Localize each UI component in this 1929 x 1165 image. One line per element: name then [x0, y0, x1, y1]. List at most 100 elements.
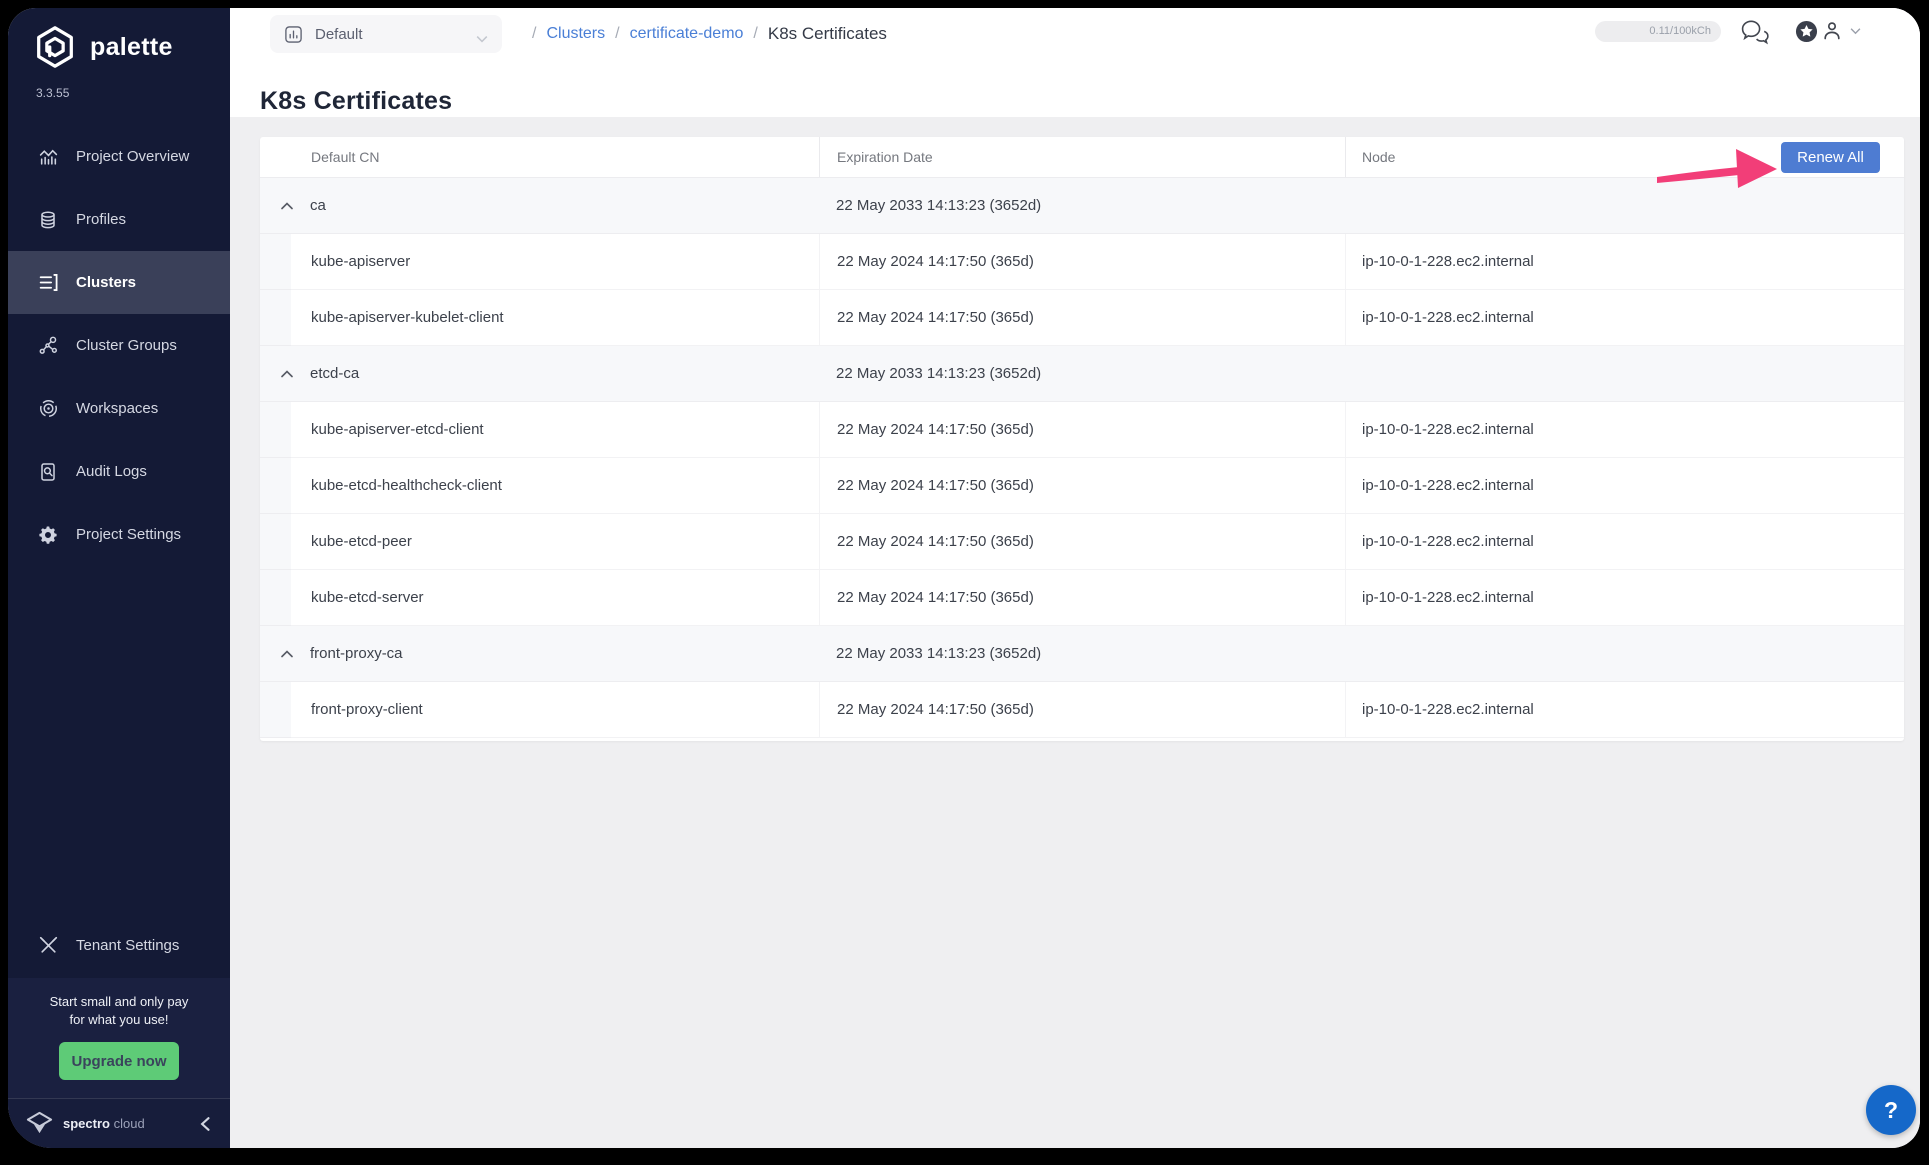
sidebar-item-tenant-settings[interactable]: Tenant Settings: [8, 922, 230, 970]
collapse-chevron-icon[interactable]: [281, 201, 293, 210]
sidebar-nav: Project Overview Profiles Clusters Cluster …: [8, 125, 230, 566]
cert-expiration: 22 May 2024 14:17:50 (365d): [819, 402, 1345, 457]
cert-node: ip-10-0-1-228.ec2.internal: [1345, 514, 1904, 569]
notifications-star-icon[interactable]: [1795, 20, 1818, 43]
cert-node: ip-10-0-1-228.ec2.internal: [1345, 458, 1904, 513]
cert-group-name: front-proxy-ca: [310, 645, 403, 662]
cert-name: kube-apiserver-kubelet-client: [311, 309, 504, 326]
row-indent: [260, 570, 291, 626]
promo-text-line1: Start small and only pay: [49, 993, 189, 1009]
usage-meter: 0.11/100kCh: [1595, 21, 1721, 42]
footer-brand-bold: spectro: [63, 1116, 110, 1131]
row-indent: [260, 290, 291, 346]
cert-row-front-proxy-client: front-proxy-client 22 May 2024 14:17:50 (…: [260, 682, 1904, 738]
user-menu-icon[interactable]: [1821, 20, 1843, 42]
column-header-default-cn: Default CN: [311, 149, 380, 165]
cert-expiration: 22 May 2024 14:17:50 (365d): [819, 290, 1345, 345]
cert-node: ip-10-0-1-228.ec2.internal: [1345, 570, 1904, 625]
help-button[interactable]: ?: [1866, 1085, 1916, 1135]
cert-name: kube-apiserver-etcd-client: [311, 421, 484, 438]
page-title: K8s Certificates: [260, 86, 453, 115]
footer-brand: spectro cloud: [63, 1116, 145, 1131]
sidebar-item-workspaces[interactable]: Workspaces: [8, 377, 230, 440]
cert-name: front-proxy-client: [311, 701, 423, 718]
palette-logo-icon: [32, 24, 78, 70]
sidebar-footer: spectro cloud: [8, 1098, 230, 1148]
column-header-expiration-date: Expiration Date: [819, 137, 1345, 177]
workspaces-icon: [38, 398, 59, 419]
profiles-icon: [38, 209, 59, 230]
sidebar-item-audit-logs[interactable]: Audit Logs: [8, 440, 230, 503]
sidebar-item-cluster-groups[interactable]: Cluster Groups: [8, 314, 230, 377]
breadcrumb-separator: /: [532, 25, 537, 42]
tenant-settings-icon: [38, 935, 59, 956]
sidebar-bottom: Tenant Settings Start small and only pay…: [8, 922, 230, 1148]
brand-logo: palette: [32, 24, 230, 70]
cert-row-kube-etcd-peer: kube-etcd-peer 22 May 2024 14:17:50 (365d…: [260, 514, 1904, 570]
certificates-table: Default CN Expiration Date Node Renew Al…: [260, 137, 1904, 741]
sidebar-item-clusters[interactable]: Clusters: [8, 251, 230, 314]
sidebar-item-label: Clusters: [76, 274, 137, 291]
cert-group-expiration: 22 May 2033 14:13:23 (3652d): [836, 645, 1042, 662]
promo-text-line2: for what you use!: [69, 1011, 169, 1027]
upgrade-promo: Start small and only pay for what you us…: [8, 977, 230, 1098]
sidebar-item-label: Audit Logs: [76, 463, 147, 480]
breadcrumb-separator: /: [753, 25, 758, 42]
cert-group-name: etcd-ca: [310, 365, 360, 382]
cert-group-name: ca: [310, 197, 326, 214]
cert-row-kube-apiserver-etcd-client: kube-apiserver-etcd-client 22 May 2024 14…: [260, 402, 1904, 458]
project-selector-dropdown[interactable]: Default: [270, 15, 502, 53]
sidebar-item-label: Cluster Groups: [76, 337, 177, 354]
main-area: Default / Clusters / certificate-demo / K8s C…: [230, 8, 1920, 1148]
sidebar-item-project-settings[interactable]: Project Settings: [8, 503, 230, 566]
cert-group-row-etcd-ca[interactable]: etcd-ca 22 May 2033 14:13:23 (3652d): [260, 346, 1904, 402]
cert-expiration: 22 May 2024 14:17:50 (365d): [819, 682, 1345, 737]
table-header-row: Default CN Expiration Date Node Renew Al…: [260, 137, 1904, 178]
cert-group-row-front-proxy-ca[interactable]: front-proxy-ca 22 May 2033 14:13:23 (3652…: [260, 626, 1904, 682]
chevron-down-icon: [476, 30, 488, 43]
cert-expiration: 22 May 2024 14:17:50 (365d): [819, 570, 1345, 625]
breadcrumb-item-k8s-certificates: K8s Certificates: [767, 24, 887, 43]
breadcrumb-item-certificate-demo[interactable]: certificate-demo: [630, 25, 744, 43]
sidebar-item-label: Project Overview: [76, 148, 190, 165]
cert-expiration: 22 May 2024 14:17:50 (365d): [819, 514, 1345, 569]
cert-node: ip-10-0-1-228.ec2.internal: [1345, 290, 1904, 345]
row-indent: [260, 682, 291, 738]
sidebar: palette 3.3.55 Project Overview Profiles C…: [8, 8, 230, 1148]
row-indent: [260, 402, 291, 458]
footer-brand-light: cloud: [113, 1116, 145, 1131]
sidebar-item-label: Project Settings: [76, 526, 182, 543]
cluster-groups-icon: [38, 335, 59, 356]
cert-name: kube-etcd-healthcheck-client: [311, 477, 502, 494]
chat-icon[interactable]: [1740, 19, 1770, 45]
user-menu-chevron-icon[interactable]: [1850, 27, 1861, 35]
cert-row-kube-etcd-server: kube-etcd-server 22 May 2024 14:17:50 (36…: [260, 570, 1904, 626]
cert-node: ip-10-0-1-228.ec2.internal: [1345, 402, 1904, 457]
collapse-chevron-icon[interactable]: [281, 649, 293, 658]
cert-node: ip-10-0-1-228.ec2.internal: [1345, 682, 1904, 737]
sidebar-collapse-button[interactable]: [200, 1116, 210, 1131]
sidebar-item-label: Profiles: [76, 211, 127, 228]
breadcrumb-item-clusters[interactable]: Clusters: [546, 25, 605, 43]
project-selector-value: Default: [315, 25, 363, 43]
sidebar-item-profiles[interactable]: Profiles: [8, 188, 230, 251]
app-window: palette 3.3.55 Project Overview Profiles C…: [8, 8, 1920, 1148]
cert-node: ip-10-0-1-228.ec2.internal: [1345, 234, 1904, 289]
sidebar-item-label: Tenant Settings: [76, 937, 180, 955]
cert-group-expiration: 22 May 2033 14:13:23 (3652d): [836, 365, 1042, 382]
row-indent: [260, 234, 291, 290]
audit-logs-icon: [38, 461, 59, 482]
app-version: 3.3.55: [36, 86, 70, 100]
sidebar-item-label: Workspaces: [76, 400, 159, 417]
cert-name: kube-apiserver: [311, 253, 411, 270]
upgrade-now-button[interactable]: Upgrade now: [59, 1042, 179, 1080]
breadcrumb: / Clusters / certificate-demo / K8s Certifica…: [522, 8, 887, 60]
collapse-chevron-icon[interactable]: [281, 369, 293, 378]
project-settings-icon: [38, 524, 59, 545]
sidebar-item-project-overview[interactable]: Project Overview: [8, 125, 230, 188]
cert-row-kube-etcd-healthcheck-client: kube-etcd-healthcheck-client 22 May 2024 …: [260, 458, 1904, 514]
renew-all-button[interactable]: Renew All: [1781, 142, 1880, 173]
row-indent: [260, 458, 291, 514]
breadcrumb-separator: /: [615, 25, 620, 42]
cert-group-row-ca[interactable]: ca 22 May 2033 14:13:23 (3652d): [260, 178, 1904, 234]
